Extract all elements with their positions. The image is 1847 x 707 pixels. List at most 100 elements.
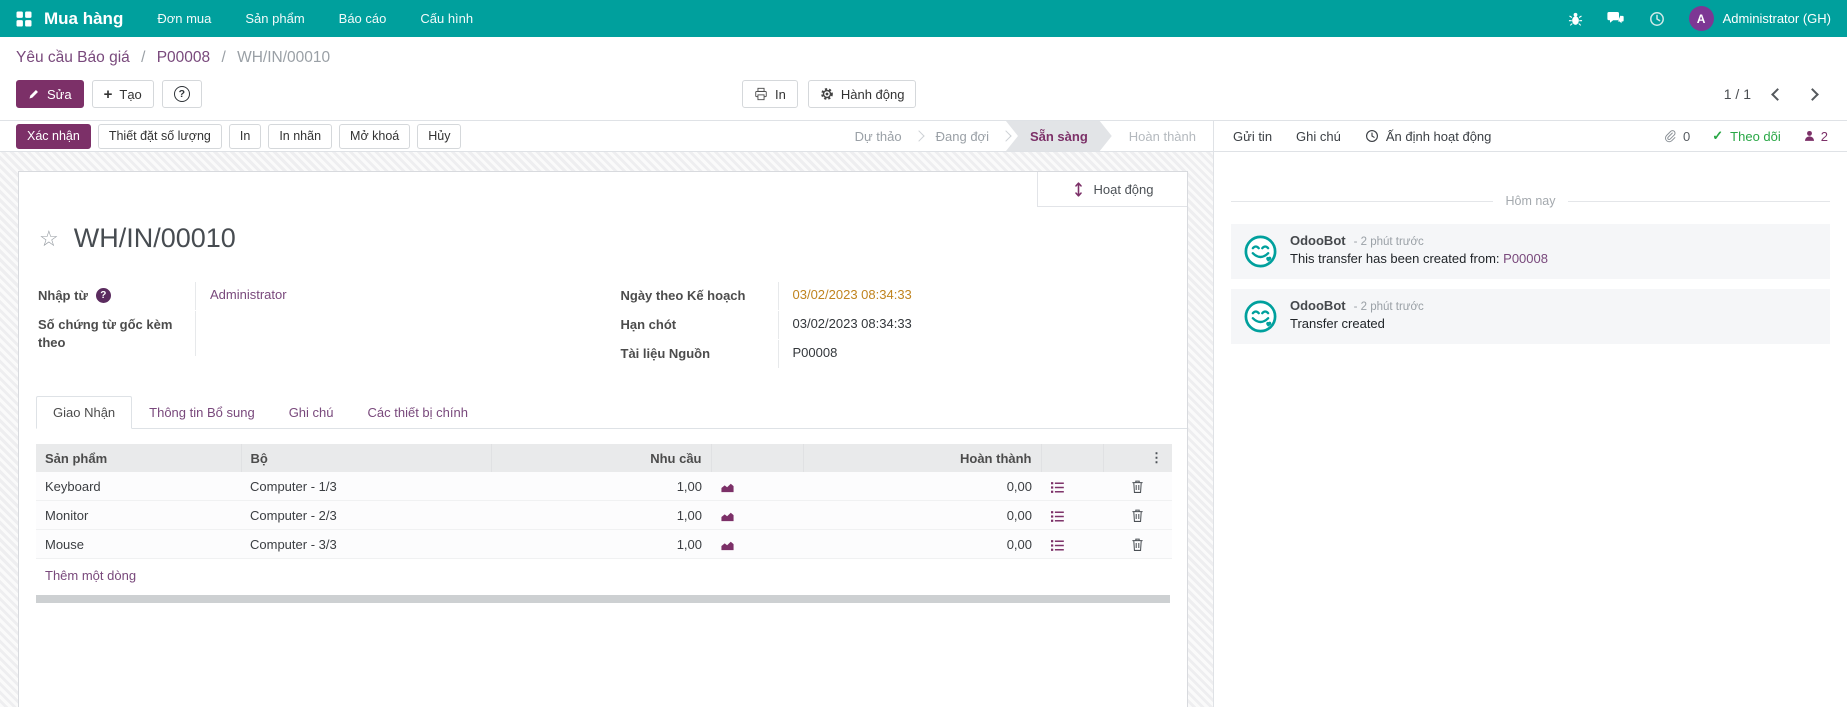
tab-main-devices[interactable]: Các thiết bị chính	[351, 396, 485, 429]
user-avatar: A	[1688, 6, 1714, 31]
delete-trash-icon[interactable]	[1131, 537, 1144, 552]
message-record-link[interactable]: P00008	[1503, 251, 1548, 266]
source-ref-label: Tài liệu Nguồn	[620, 346, 711, 361]
arrows-vertical-icon	[1072, 181, 1085, 198]
cell-product[interactable]: Keyboard	[36, 472, 241, 502]
message[interactable]: OdooBot - 2 phút trước Transfer created	[1231, 289, 1830, 344]
tab-additional-info[interactable]: Thông tin Bổ sung	[132, 396, 272, 429]
cancel-button[interactable]: Hủy	[417, 123, 462, 149]
date-divider: Hôm nay	[1231, 194, 1830, 208]
pager-next-icon[interactable]	[1806, 87, 1819, 101]
create-button[interactable]: + Tạo	[91, 80, 154, 108]
button-box: Hoạt động	[19, 172, 1187, 207]
activities-clock-icon[interactable]	[1649, 11, 1665, 27]
set-quantities-button[interactable]: Thiết đặt số lượng	[97, 123, 222, 149]
action-button[interactable]: Hành động	[807, 80, 917, 108]
message-author[interactable]: OdooBot	[1290, 298, 1346, 313]
cell-demand[interactable]: 1,00	[491, 500, 711, 531]
step-ready[interactable]: Sẵn sàng	[1006, 121, 1112, 151]
menu-configuration[interactable]: Cấu hình	[420, 11, 473, 26]
breadcrumb-rfq[interactable]: Yêu cầu Báo giá	[16, 49, 130, 66]
chatter-panel: Gửi tin Ghi chú Ấn định hoạt động 0 ✓ Th…	[1213, 120, 1847, 707]
message-time: - 2 phút trước	[1353, 236, 1424, 248]
table-row[interactable]: Monitor Computer - 2/3 1,00 0,00	[36, 500, 1172, 531]
forecast-chart-icon[interactable]	[720, 509, 735, 523]
moves-stat-button[interactable]: Hoạt động	[1037, 172, 1187, 207]
app-brand[interactable]: Mua hàng	[44, 9, 123, 29]
forecast-chart-icon[interactable]	[720, 538, 735, 552]
table-row[interactable]: Keyboard Computer - 1/3 1,00 0,00	[36, 472, 1172, 502]
horizontal-scrollbar[interactable]	[36, 595, 1170, 604]
menu-reporting[interactable]: Báo cáo	[339, 11, 387, 26]
source-document-value	[196, 311, 210, 321]
step-done[interactable]: Hoàn thành	[1112, 121, 1213, 151]
pager-previous-icon[interactable]	[1771, 87, 1784, 101]
print-button[interactable]: In	[742, 80, 798, 108]
printer-icon	[754, 87, 768, 101]
col-product[interactable]: Sản phẩm	[36, 444, 242, 472]
print-labels-button[interactable]: In nhãn	[268, 123, 333, 149]
attachments-button[interactable]: 0	[1663, 129, 1690, 144]
cell-done[interactable]: 0,00	[803, 500, 1041, 531]
cell-bo[interactable]: Computer - 1/3	[241, 472, 491, 502]
status-steps: Dự thảo Đang đợi Sẵn sàng Hoàn thành	[838, 121, 1213, 151]
cell-bo[interactable]: Computer - 3/3	[241, 529, 491, 560]
receive-from-value[interactable]: Administrator	[210, 287, 287, 302]
col-demand[interactable]: Nhu cầu	[491, 444, 712, 472]
cell-product[interactable]: Mouse	[36, 529, 241, 560]
step-waiting[interactable]: Đang đợi	[919, 121, 1012, 151]
question-circle-icon[interactable]: ?	[95, 288, 111, 303]
favorite-star-icon[interactable]: ☆	[39, 227, 59, 250]
col-done[interactable]: Hoàn thành	[803, 444, 1042, 472]
follow-button[interactable]: ✓ Theo dõi	[1712, 128, 1781, 144]
table-row[interactable]: Mouse Computer - 3/3 1,00 0,00	[36, 529, 1172, 560]
source-ref-value: P00008	[792, 345, 838, 360]
unlock-button[interactable]: Mở khoá	[339, 123, 411, 149]
edit-button[interactable]: Sửa	[16, 80, 84, 108]
help-button[interactable]: ?	[161, 80, 202, 108]
odoobot-avatar	[1242, 298, 1279, 335]
cell-bo[interactable]: Computer - 2/3	[241, 500, 491, 531]
send-message-button[interactable]: Gửi tin	[1233, 129, 1272, 144]
print-picking-button[interactable]: In	[228, 123, 262, 149]
delete-trash-icon[interactable]	[1131, 508, 1144, 523]
schedule-activity-button[interactable]: Ấn định hoạt động	[1365, 129, 1491, 144]
pencil-icon	[28, 88, 40, 100]
validate-button[interactable]: Xác nhận	[16, 123, 91, 149]
breadcrumb-p00008[interactable]: P00008	[157, 49, 210, 66]
detailed-operations-list-icon[interactable]	[1050, 539, 1065, 552]
message-author[interactable]: OdooBot	[1290, 233, 1346, 248]
tab-note[interactable]: Ghi chú	[272, 396, 351, 429]
add-line-link[interactable]: Thêm một dòng	[45, 568, 136, 583]
step-draft[interactable]: Dự thảo	[838, 121, 925, 151]
delete-trash-icon[interactable]	[1131, 479, 1144, 494]
detailed-operations-list-icon[interactable]	[1050, 510, 1065, 523]
apps-grid-icon[interactable]	[16, 11, 32, 27]
odoo-app: Mua hàng Đơn mua Sản phẩm Báo cáo Cấu hì…	[0, 0, 1847, 707]
followers-button[interactable]: 2	[1803, 129, 1828, 144]
messages-icon[interactable]	[1607, 11, 1625, 26]
cell-demand[interactable]: 1,00	[491, 472, 711, 502]
field-receive-from: Nhập từ ? Administrator	[38, 282, 585, 311]
menu-purchase-orders[interactable]: Đơn mua	[157, 11, 211, 26]
control-panel: Yêu cầu Báo giá / P00008 / WH/IN/00010 S…	[0, 37, 1847, 120]
cell-done[interactable]: 0,00	[803, 529, 1041, 560]
cell-demand[interactable]: 1,00	[491, 529, 711, 560]
optional-columns-icon[interactable]: ⋮	[1113, 450, 1163, 466]
forecast-chart-icon[interactable]	[720, 480, 735, 494]
log-note-button[interactable]: Ghi chú	[1296, 129, 1341, 144]
form-sheet: Hoạt động ☆ WH/IN/00010 Nhập từ ? Admini…	[18, 171, 1188, 707]
right-field-group: Ngày theo Kế hoạch 03/02/2023 08:34:33 H…	[621, 282, 1168, 369]
record-buttons: Sửa + Tạo ?	[16, 80, 202, 108]
menu-products[interactable]: Sản phẩm	[245, 11, 304, 26]
detailed-operations-list-icon[interactable]	[1050, 481, 1065, 494]
cell-product[interactable]: Monitor	[36, 500, 241, 531]
deadline-label: Hạn chót	[620, 317, 677, 332]
message[interactable]: OdooBot - 2 phút trước This transfer has…	[1231, 224, 1830, 279]
tab-operations[interactable]: Giao Nhận	[36, 396, 133, 429]
user-menu[interactable]: A Administrator (GH)	[1688, 6, 1831, 31]
pager-value: 1 / 1	[1723, 86, 1751, 102]
col-bo[interactable]: Bộ	[241, 444, 492, 472]
debug-bug-icon[interactable]	[1568, 11, 1583, 27]
cell-done[interactable]: 0,00	[803, 472, 1041, 502]
